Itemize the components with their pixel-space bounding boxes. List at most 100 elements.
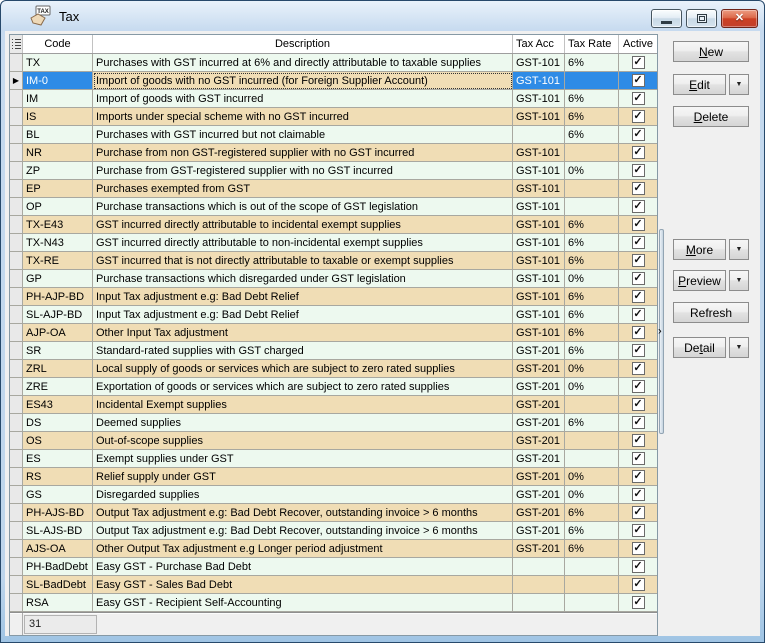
active-checkbox[interactable]: ✓ — [632, 416, 645, 429]
table-row[interactable]: ▶ PH-AJP-BD Input Tax adjustment e.g: Ba… — [10, 288, 657, 306]
table-row[interactable]: ▶ RSA Easy GST - Recipient Self-Accounti… — [10, 594, 657, 612]
edit-button-action[interactable]: Edit — [673, 74, 726, 95]
column-header-description[interactable]: Description — [93, 35, 513, 53]
active-checkbox[interactable]: ✓ — [632, 542, 645, 555]
table-row[interactable]: ▶ RS Relief supply under GST GST-201 0% … — [10, 468, 657, 486]
close-button[interactable]: ✕ — [721, 9, 758, 28]
active-checkbox[interactable]: ✓ — [632, 254, 645, 267]
table-row[interactable]: ▶ SR Standard-rated supplies with GST ch… — [10, 342, 657, 360]
detail-button-dropdown[interactable]: ▼ — [729, 337, 749, 358]
more-button-dropdown[interactable]: ▼ — [729, 239, 749, 260]
active-checkbox[interactable]: ✓ — [632, 488, 645, 501]
table-row[interactable]: ▶ PH-BadDebt Easy GST - Purchase Bad Deb… — [10, 558, 657, 576]
active-checkbox[interactable]: ✓ — [632, 218, 645, 231]
description-cell: Purchase transactions which is out of th… — [93, 198, 513, 216]
table-row[interactable]: ▶ TX-E43 GST incurred directly attributa… — [10, 216, 657, 234]
table-row[interactable]: ▶ NR Purchase from non GST-registered su… — [10, 144, 657, 162]
active-checkbox[interactable]: ✓ — [632, 92, 645, 105]
description-cell: Easy GST - Recipient Self-Accounting — [93, 594, 513, 612]
row-indicator-cell: ▶ — [10, 126, 23, 144]
active-checkbox[interactable]: ✓ — [632, 290, 645, 303]
column-header-code[interactable]: Code — [23, 35, 93, 53]
active-checkbox[interactable]: ✓ — [632, 56, 645, 69]
table-row[interactable]: ▶ ZRL Local supply of goods or services … — [10, 360, 657, 378]
table-row[interactable]: ▶ SL-AJS-BD Output Tax adjustment e.g: B… — [10, 522, 657, 540]
row-indicator-header[interactable] — [10, 35, 23, 53]
table-row[interactable]: ▶ OS Out-of-scope supplies GST-201 ✓ — [10, 432, 657, 450]
active-checkbox[interactable]: ✓ — [632, 110, 645, 123]
tax-rate-cell: 6% — [565, 540, 619, 558]
maximize-button[interactable] — [686, 9, 717, 28]
active-checkbox[interactable]: ✓ — [632, 434, 645, 447]
active-checkbox[interactable]: ✓ — [632, 578, 645, 591]
preview-button: Preview ▼ — [673, 270, 749, 291]
tax-acc-cell: GST-201 — [513, 450, 565, 468]
table-row[interactable]: ▶ AJP-OA Other Input Tax adjustment GST-… — [10, 324, 657, 342]
table-row[interactable]: ▶ ZRE Exportation of goods or services w… — [10, 378, 657, 396]
table-row[interactable]: ▶ TX-N43 GST incurred directly attributa… — [10, 234, 657, 252]
tax-rate-cell — [565, 396, 619, 414]
tax-acc-cell: GST-201 — [513, 396, 565, 414]
column-header-tax-rate[interactable]: Tax Rate — [565, 35, 619, 53]
active-checkbox[interactable]: ✓ — [632, 398, 645, 411]
panel-splitter[interactable]: › — [659, 229, 664, 434]
active-checkbox[interactable]: ✓ — [632, 470, 645, 483]
active-checkbox[interactable]: ✓ — [632, 272, 645, 285]
table-row[interactable]: ▶ PH-AJS-BD Output Tax adjustment e.g: B… — [10, 504, 657, 522]
active-checkbox[interactable]: ✓ — [632, 506, 645, 519]
table-row[interactable]: ▶ IM Import of goods with GST incurred G… — [10, 90, 657, 108]
table-row[interactable]: ▶ IS Imports under special scheme with n… — [10, 108, 657, 126]
active-checkbox[interactable]: ✓ — [632, 524, 645, 537]
table-row[interactable]: ▶ ES Exempt supplies under GST GST-201 ✓ — [10, 450, 657, 468]
table-row[interactable]: ▶ TX-RE GST incurred that is not directl… — [10, 252, 657, 270]
active-checkbox[interactable]: ✓ — [632, 164, 645, 177]
code-cell: TX-RE — [23, 252, 93, 270]
tax-acc-cell: GST-201 — [513, 468, 565, 486]
tax-acc-cell: GST-201 — [513, 378, 565, 396]
active-checkbox[interactable]: ✓ — [632, 452, 645, 465]
active-checkbox[interactable]: ✓ — [632, 596, 645, 609]
table-row[interactable]: ▶ TX Purchases with GST incurred at 6% a… — [10, 54, 657, 72]
minimize-button[interactable] — [651, 9, 682, 28]
refresh-button-action[interactable]: Refresh — [673, 302, 749, 323]
active-checkbox[interactable]: ✓ — [632, 236, 645, 249]
table-row[interactable]: ▶ GP Purchase transactions which disrega… — [10, 270, 657, 288]
table-row[interactable]: ▶ AJS-OA Other Output Tax adjustment e.g… — [10, 540, 657, 558]
active-checkbox[interactable]: ✓ — [632, 128, 645, 141]
active-checkbox[interactable]: ✓ — [632, 380, 645, 393]
active-checkbox[interactable]: ✓ — [632, 326, 645, 339]
column-header-active[interactable]: Active — [619, 35, 657, 53]
preview-button-dropdown[interactable]: ▼ — [729, 270, 749, 291]
table-row[interactable]: ▶ GS Disregarded supplies GST-201 0% ✓ — [10, 486, 657, 504]
description-cell: Input Tax adjustment e.g: Bad Debt Relie… — [93, 288, 513, 306]
table-row[interactable]: ▶ SL-AJP-BD Input Tax adjustment e.g: Ba… — [10, 306, 657, 324]
table-row[interactable]: ▶ SL-BadDebt Easy GST - Sales Bad Debt ✓ — [10, 576, 657, 594]
preview-button-action[interactable]: Preview — [673, 270, 726, 291]
table-row[interactable]: ▶ OP Purchase transactions which is out … — [10, 198, 657, 216]
active-checkbox[interactable]: ✓ — [632, 182, 645, 195]
table-row[interactable]: ▶ ES43 Incidental Exempt supplies GST-20… — [10, 396, 657, 414]
active-checkbox[interactable]: ✓ — [632, 362, 645, 375]
table-row[interactable]: ▶ ZP Purchase from GST-registered suppli… — [10, 162, 657, 180]
table-row[interactable]: ▶ BL Purchases with GST incurred but not… — [10, 126, 657, 144]
active-checkbox[interactable]: ✓ — [632, 344, 645, 357]
more-button-action[interactable]: More — [673, 239, 726, 260]
edit-button-dropdown[interactable]: ▼ — [729, 74, 749, 95]
description-cell: Disregarded supplies — [93, 486, 513, 504]
active-checkbox[interactable]: ✓ — [632, 200, 645, 213]
table-row[interactable]: ▶ IM-0 Import of goods with no GST incur… — [10, 72, 657, 90]
active-checkbox[interactable]: ✓ — [632, 560, 645, 573]
titlebar[interactable]: TAX Tax ✕ — [1, 1, 764, 31]
table-row[interactable]: ▶ EP Purchases exempted from GST GST-101… — [10, 180, 657, 198]
active-checkbox[interactable]: ✓ — [632, 146, 645, 159]
table-row[interactable]: ▶ DS Deemed supplies GST-201 6% ✓ — [10, 414, 657, 432]
active-cell: ✓ — [619, 594, 657, 612]
column-header-tax-acc[interactable]: Tax Acc — [513, 35, 565, 53]
tax-rate-cell: 6% — [565, 504, 619, 522]
active-checkbox[interactable]: ✓ — [632, 74, 645, 87]
new-button-action[interactable]: New — [673, 41, 749, 62]
detail-button-action[interactable]: Detail — [673, 337, 726, 358]
active-checkbox[interactable]: ✓ — [632, 308, 645, 321]
tax-rate-cell: 6% — [565, 342, 619, 360]
delete-button-action[interactable]: Delete — [673, 106, 749, 127]
